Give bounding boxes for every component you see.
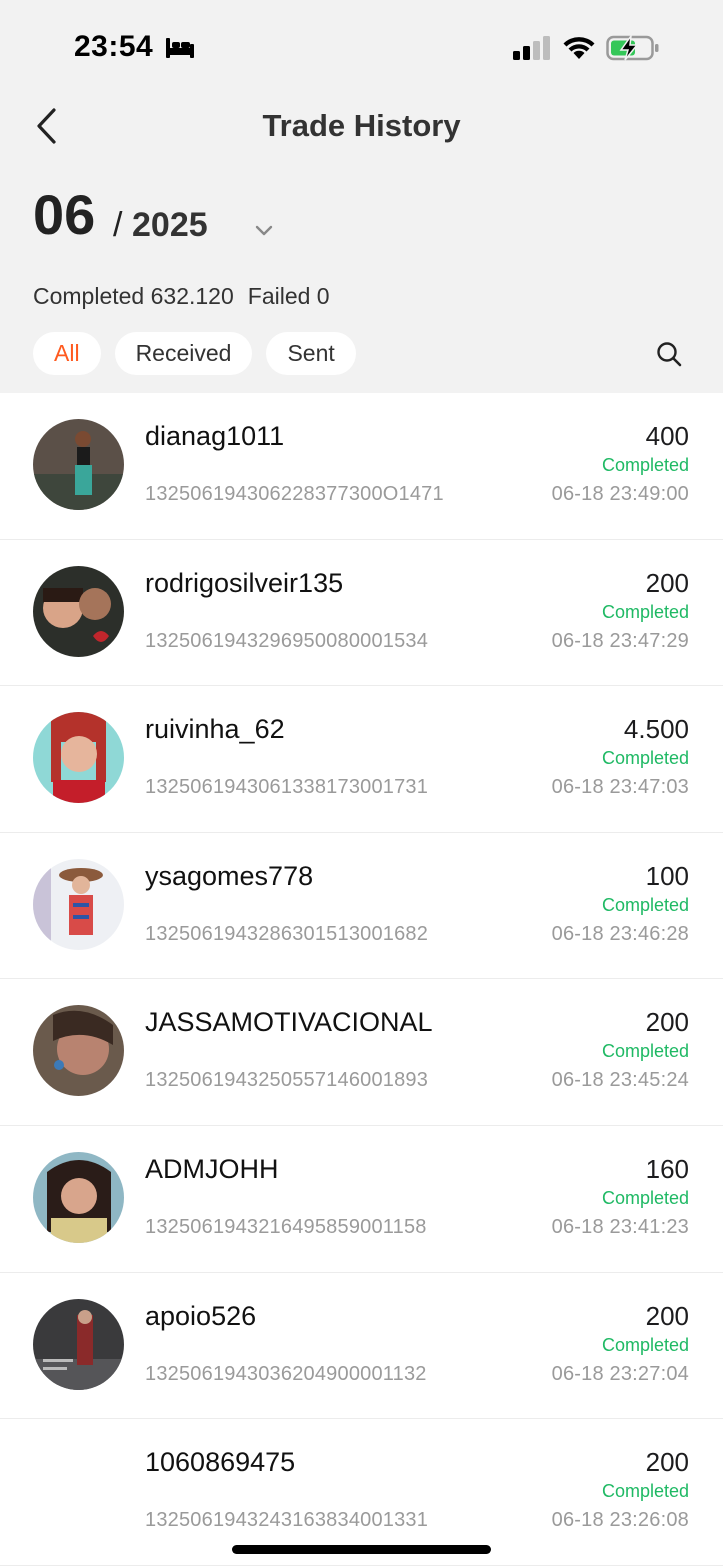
username: ruivinha_62 bbox=[145, 714, 285, 745]
order-number: 1325061943216495859001158 bbox=[145, 1215, 427, 1238]
search-button[interactable] bbox=[652, 337, 686, 371]
avatar bbox=[33, 419, 124, 510]
chevron-down-icon bbox=[255, 225, 273, 236]
order-number: 1325061943061338173001731 bbox=[145, 776, 429, 799]
search-icon bbox=[657, 342, 682, 367]
avatar bbox=[33, 858, 124, 950]
status-label: Completed bbox=[601, 601, 689, 622]
transaction-list: dianag1011 132506194306228377300O1471 40… bbox=[0, 393, 723, 1566]
bed-icon bbox=[166, 38, 194, 58]
username: 1060869475 bbox=[145, 1447, 296, 1478]
list-item[interactable]: apoio526 1325061943036204900001132 200 C… bbox=[0, 1273, 723, 1420]
completed-total: Completed 632.120 bbox=[33, 283, 234, 309]
avatar bbox=[33, 712, 124, 804]
timestamp: 06-18 23:47:03 bbox=[551, 776, 689, 799]
timestamp: 06-18 23:47:29 bbox=[551, 629, 689, 652]
timestamp: 06-18 23:26:08 bbox=[551, 1509, 689, 1532]
tab-all[interactable]: All bbox=[33, 332, 101, 375]
wifi-icon bbox=[563, 37, 595, 59]
order-number: 1325061943296950080001534 bbox=[145, 629, 429, 652]
order-number: 1325061943036204900001132 bbox=[145, 1362, 427, 1385]
username: apoio526 bbox=[145, 1300, 257, 1331]
timestamp: 06-18 23:45:24 bbox=[551, 1069, 689, 1092]
status-label: Completed bbox=[601, 748, 689, 769]
username: rodrigosilveir135 bbox=[145, 567, 344, 598]
battery-charging-icon bbox=[606, 34, 659, 61]
timestamp: 06-18 23:46:28 bbox=[551, 922, 689, 945]
username: dianag1011 bbox=[145, 421, 285, 451]
trade-history-screen: 23:54 Trade History 06 / 2025 Completed … bbox=[0, 0, 723, 1567]
list-item[interactable]: 1060869475 1325061943243163834001331 200… bbox=[0, 1419, 723, 1566]
list-item[interactable]: ADMJOHH 1325061943216495859001158 160 Co… bbox=[0, 1126, 723, 1273]
amount: 160 bbox=[645, 1153, 689, 1184]
avatar bbox=[33, 1298, 124, 1390]
list-item[interactable]: ysagomes778 1325061943286301513001682 10… bbox=[0, 833, 723, 980]
avatar bbox=[33, 1005, 124, 1097]
list-item[interactable]: ruivinha_62 1325061943061338173001731 4.… bbox=[0, 686, 723, 833]
tab-received[interactable]: Received bbox=[114, 332, 253, 375]
status-time: 23:54 bbox=[74, 30, 154, 63]
timestamp: 06-18 23:41:23 bbox=[551, 1215, 689, 1238]
timestamp: 06-18 23:49:00 bbox=[551, 483, 689, 505]
filter-tabs: All Received Sent bbox=[33, 332, 356, 375]
avatar bbox=[33, 1445, 124, 1537]
amount: 200 bbox=[645, 567, 689, 598]
avatar bbox=[33, 1151, 124, 1243]
month-picker[interactable]: 06 / 2025 bbox=[33, 180, 293, 250]
status-label: Completed bbox=[601, 894, 689, 915]
month-value: 06 bbox=[33, 183, 96, 246]
amount: 4.500 bbox=[623, 714, 689, 745]
username: ADMJOHH bbox=[145, 1153, 279, 1184]
header-region: 23:54 Trade History 06 / 2025 Completed … bbox=[0, 0, 723, 393]
amount: 400 bbox=[645, 421, 689, 451]
status-label: Completed bbox=[601, 1334, 689, 1355]
list-item[interactable]: JASSAMOTIVACIONAL 1325061943250557146001… bbox=[0, 979, 723, 1126]
order-number: 1325061943286301513001682 bbox=[145, 922, 429, 945]
home-indicator[interactable] bbox=[232, 1545, 491, 1554]
status-label: Completed bbox=[601, 455, 689, 475]
order-number: 1325061943250557146001893 bbox=[145, 1069, 429, 1092]
failed-total: Failed 0 bbox=[247, 283, 330, 309]
list-item[interactable]: rodrigosilveir135 1325061943296950080001… bbox=[0, 540, 723, 687]
summary: Completed 632.120 Failed 0 bbox=[33, 283, 330, 310]
year-value: 2025 bbox=[132, 206, 208, 244]
month-separator: / bbox=[113, 206, 123, 244]
amount: 200 bbox=[645, 1300, 689, 1331]
amount: 200 bbox=[645, 1447, 689, 1478]
status-label: Completed bbox=[601, 1481, 689, 1502]
status-label: Completed bbox=[601, 1187, 689, 1208]
signal-icon bbox=[513, 36, 550, 60]
avatar bbox=[33, 565, 124, 657]
amount: 100 bbox=[645, 860, 689, 891]
tab-sent[interactable]: Sent bbox=[266, 332, 356, 375]
order-number: 132506194306228377300O1471 bbox=[145, 483, 444, 505]
username: JASSAMOTIVACIONAL bbox=[145, 1007, 433, 1038]
username: ysagomes778 bbox=[145, 860, 314, 891]
amount: 200 bbox=[645, 1007, 689, 1038]
status-label: Completed bbox=[601, 1041, 689, 1062]
timestamp: 06-18 23:27:04 bbox=[551, 1362, 689, 1385]
list-item[interactable]: dianag1011 132506194306228377300O1471 40… bbox=[0, 393, 723, 540]
order-number: 1325061943243163834001331 bbox=[145, 1509, 429, 1532]
page-title: Trade History bbox=[262, 108, 461, 143]
